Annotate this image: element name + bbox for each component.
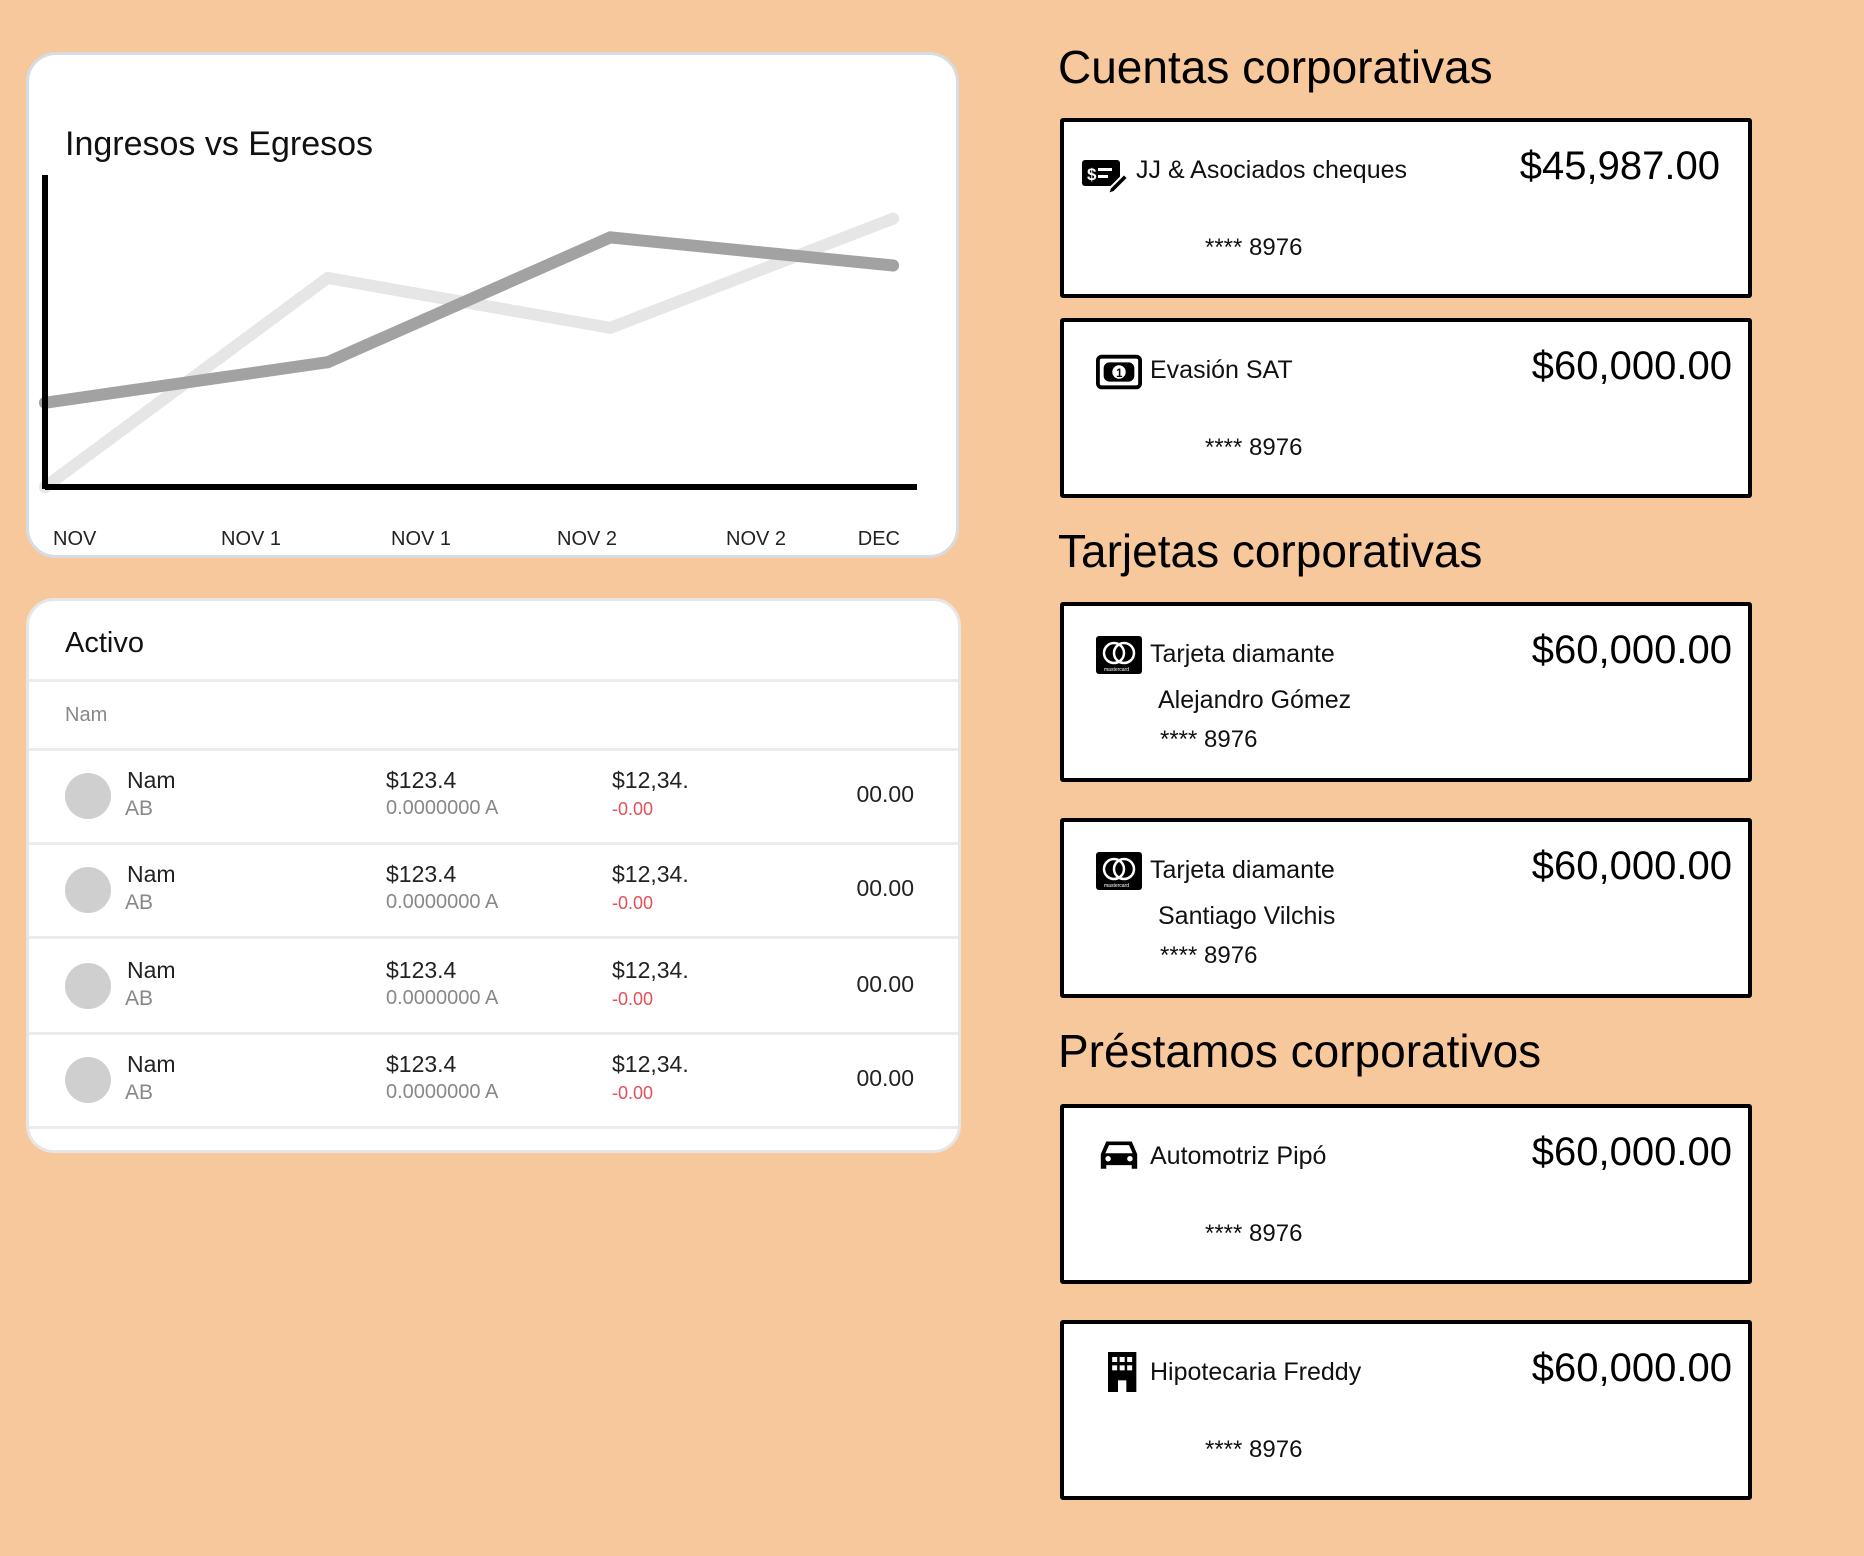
row-name: Nam (127, 957, 176, 983)
account-name: Evasión SAT (1150, 356, 1293, 384)
account-amount: $45,987.00 (1519, 144, 1720, 188)
data-point (604, 321, 617, 334)
row-change: $12,34. (612, 957, 689, 983)
svg-text:$: $ (1087, 165, 1097, 184)
row-value: $123.4 (386, 767, 457, 793)
loan-card[interactable]: Automotriz Pipó $60,000.00 **** 8976 (1060, 1104, 1752, 1284)
brand-text: mastercard (1104, 883, 1129, 889)
row-total: 00.00 (856, 971, 914, 997)
loan-amount: $60,000.00 (1531, 1346, 1732, 1390)
loan-name: Automotriz Pipó (1150, 1142, 1327, 1170)
loan-amount: $60,000.00 (1531, 1130, 1732, 1174)
avatar (65, 773, 111, 819)
brand-text: mastercard (1104, 667, 1129, 673)
loan-number: **** 8976 (1205, 1436, 1303, 1463)
card-amount: $60,000.00 (1531, 844, 1732, 888)
row-name: Nam (127, 861, 176, 887)
row-change: $12,34. (612, 1051, 689, 1077)
row-change: $12,34. (612, 861, 689, 887)
card-holder: Alejandro Gómez (1158, 686, 1352, 714)
data-point (321, 356, 334, 369)
table-row[interactable]: Nam AB $123.4 0.0000000 A $12,34. -0.00 … (29, 751, 958, 845)
row-sub: AB (125, 987, 154, 1010)
building-icon (1108, 1352, 1137, 1392)
row-change-sub: -0.00 (612, 799, 654, 819)
row-value: $123.4 (386, 1051, 457, 1077)
row-value-sub: 0.0000000 A (386, 891, 499, 913)
loans-title: Préstamos corporativos (1058, 1025, 1542, 1077)
row-change: $12,34. (612, 767, 689, 793)
cards-title: Tarjetas corporativas (1058, 525, 1483, 577)
account-name: JJ & Asociados cheques (1136, 156, 1407, 184)
row-value-sub: 0.0000000 A (386, 987, 499, 1009)
data-point (887, 212, 899, 225)
row-sub: AB (125, 1081, 154, 1104)
account-number: **** 8976 (1205, 434, 1303, 461)
row-value-sub: 0.0000000 A (386, 1081, 499, 1103)
x-tick-label: NOV 2 (726, 528, 786, 550)
avatar (65, 1057, 111, 1103)
x-tick-label: NOV 2 (557, 528, 617, 550)
line-chart: NOV NOV 1 NOV 1 NOV 2 NOV 2 DEC (39, 175, 917, 550)
check-icon: $ (1082, 160, 1128, 194)
loan-number: **** 8976 (1205, 1220, 1303, 1247)
row-value: $123.4 (386, 861, 457, 887)
card-name: Tarjeta diamante (1150, 640, 1335, 668)
cash-icon: 1 (1096, 354, 1142, 390)
loan-card[interactable]: Hipotecaria Freddy $60,000.00 **** 8976 (1060, 1320, 1752, 1500)
car-icon (1100, 1141, 1138, 1169)
loan-name: Hipotecaria Freddy (1150, 1358, 1362, 1386)
card-amount: $60,000.00 (1531, 628, 1732, 672)
x-tick-label: DEC (858, 528, 900, 550)
row-value-sub: 0.0000000 A (386, 797, 499, 819)
avatar (65, 963, 111, 1009)
table-row[interactable]: Nam AB $123.4 0.0000000 A $12,34. -0.00 … (29, 941, 958, 1035)
card-holder: Santiago Vilchis (1158, 902, 1336, 930)
data-point (887, 259, 899, 272)
row-total: 00.00 (856, 875, 914, 901)
credit-card-item[interactable]: mastercard Tarjeta diamante $60,000.00 A… (1060, 602, 1752, 782)
svg-text:1: 1 (1116, 368, 1123, 380)
table-row[interactable]: Nam AB $123.4 0.0000000 A $12,34. -0.00 … (29, 845, 958, 939)
accounts-title: Cuentas corporativas (1058, 41, 1493, 93)
row-total: 00.00 (856, 781, 914, 807)
activo-table-panel: Activo Nam Nam AB $123.4 0.0000000 A $12… (26, 598, 961, 1153)
account-card[interactable]: 1 Evasión SAT $60,000.00 **** 8976 (1060, 318, 1752, 498)
avatar (65, 867, 111, 913)
series-line-1 (39, 212, 899, 493)
credit-card-item[interactable]: mastercard Tarjeta diamante $60,000.00 S… (1060, 818, 1752, 998)
row-value: $123.4 (386, 957, 457, 983)
row-sub: AB (125, 891, 154, 914)
row-change-sub: -0.00 (612, 1083, 654, 1103)
table-header: Nam (29, 679, 958, 751)
x-tick-label: NOV 1 (391, 528, 451, 550)
mastercard-icon: mastercard (1096, 852, 1142, 890)
x-tick-label: NOV (53, 528, 97, 550)
row-name: Nam (127, 1051, 176, 1077)
mastercard-icon: mastercard (1096, 636, 1142, 674)
row-change-sub: -0.00 (612, 893, 654, 913)
row-change-sub: -0.00 (612, 989, 654, 1009)
chart-panel: Ingresos vs Egresos NOV NOV 1 NOV 1 NOV 2 NO… (26, 52, 959, 558)
card-number: **** 8976 (1160, 942, 1258, 969)
column-header-name[interactable]: Nam (65, 704, 107, 727)
row-sub: AB (125, 797, 154, 820)
account-number: **** 8976 (1205, 234, 1303, 261)
row-total: 00.00 (856, 1065, 914, 1091)
table-title: Activo (65, 627, 144, 659)
data-point (604, 231, 617, 244)
data-point (321, 271, 334, 284)
account-card[interactable]: $ JJ & Asociados cheques $45,987.00 ****… (1060, 118, 1752, 298)
table-row[interactable]: Nam AB $123.4 0.0000000 A $12,34. -0.00 … (29, 1035, 958, 1129)
card-name: Tarjeta diamante (1150, 856, 1335, 884)
x-tick-label: NOV 1 (221, 528, 281, 550)
card-number: **** 8976 (1160, 726, 1258, 753)
account-amount: $60,000.00 (1531, 344, 1732, 388)
row-name: Nam (127, 767, 176, 793)
